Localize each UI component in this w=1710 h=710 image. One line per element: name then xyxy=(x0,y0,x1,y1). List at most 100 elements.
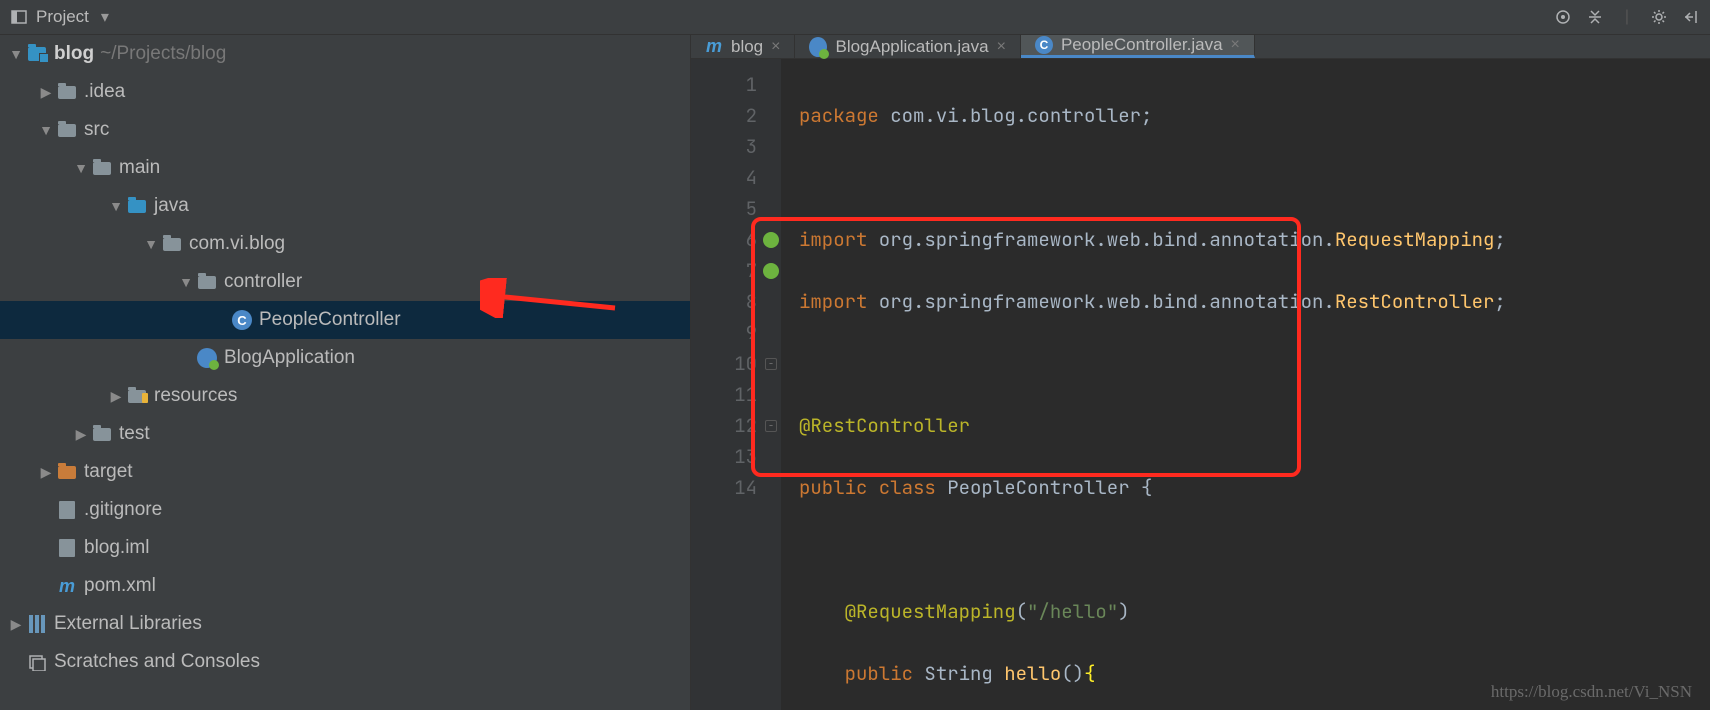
tree-item-java[interactable]: ▼ java xyxy=(0,187,690,225)
tree-label: src xyxy=(84,119,109,141)
fold-icon[interactable]: − xyxy=(765,358,777,370)
tree-item-people-controller[interactable]: C PeopleController xyxy=(0,301,690,339)
folder-icon xyxy=(56,81,78,103)
tree-item-main[interactable]: ▼ main xyxy=(0,149,690,187)
expand-arrow-icon[interactable]: ▶ xyxy=(36,84,56,101)
code-text: String xyxy=(924,661,1004,686)
folder-icon xyxy=(91,423,113,445)
locate-icon[interactable] xyxy=(1554,8,1572,26)
expand-arrow-icon[interactable]: ▼ xyxy=(176,274,196,290)
tree-label: PeopleController xyxy=(259,309,401,331)
code-keyword: public xyxy=(845,661,925,686)
line-number[interactable]: 10 xyxy=(691,348,757,379)
tab-blog[interactable]: m blog × xyxy=(691,35,795,58)
tree-item-pomxml[interactable]: m pom.xml xyxy=(0,567,690,605)
expand-arrow-icon[interactable]: ▼ xyxy=(6,46,26,62)
code-content[interactable]: package com.vi.blog.controller; import o… xyxy=(781,59,1710,710)
code-text: PeopleController xyxy=(947,475,1141,500)
divider: | xyxy=(1618,8,1636,26)
line-number[interactable]: 1 xyxy=(691,69,757,100)
tree-item-scratches[interactable]: Scratches and Consoles xyxy=(0,643,690,681)
tree-item-controller[interactable]: ▼ controller xyxy=(0,263,690,301)
tree-item-blog-application[interactable]: BlogApplication xyxy=(0,339,690,377)
spring-gutter-icon[interactable] xyxy=(763,263,779,279)
code-class: RequestMapping xyxy=(1335,227,1495,252)
toolbar: Project ▾ | xyxy=(0,0,1710,35)
code-text: ( xyxy=(1016,599,1027,624)
tree-label: blog xyxy=(54,43,94,65)
gear-icon[interactable] xyxy=(1650,8,1668,26)
watermark: https://blog.csdn.net/Vi_NSN xyxy=(1491,682,1692,702)
expand-arrow-icon[interactable]: ▶ xyxy=(36,464,56,481)
tree-item-src[interactable]: ▼ src xyxy=(0,111,690,149)
tab-label: blog xyxy=(731,37,763,57)
collapse-icon[interactable] xyxy=(1586,8,1604,26)
expand-arrow-icon[interactable]: ▼ xyxy=(71,160,91,176)
line-number[interactable]: 8 xyxy=(691,286,757,317)
tree-root[interactable]: ▼ blog ~/Projects/blog xyxy=(0,35,690,73)
code-class: RestController xyxy=(1335,289,1495,314)
tree-label: controller xyxy=(224,271,302,293)
code-text: () xyxy=(1061,661,1084,686)
tree-item-external-libraries[interactable]: ▶ External Libraries xyxy=(0,605,690,643)
scratches-icon xyxy=(26,651,48,673)
editor-area: m blog × BlogApplication.java × C People… xyxy=(690,35,1710,710)
gutter-marks: − − xyxy=(763,69,779,503)
fold-icon[interactable]: − xyxy=(765,420,777,432)
file-icon xyxy=(56,499,78,521)
tree-item-resources[interactable]: ▶ resources xyxy=(0,377,690,415)
line-number[interactable]: 14 xyxy=(691,472,757,503)
expand-arrow-icon[interactable]: ▼ xyxy=(141,236,161,252)
expand-arrow-icon[interactable]: ▶ xyxy=(71,426,91,443)
expand-arrow-icon[interactable]: ▶ xyxy=(106,388,126,405)
spring-gutter-icon[interactable] xyxy=(763,232,779,248)
tree-item-idea[interactable]: ▶ .idea xyxy=(0,73,690,111)
excluded-folder-icon xyxy=(56,461,78,483)
close-icon[interactable]: × xyxy=(997,38,1006,56)
project-label[interactable]: Project xyxy=(36,7,89,27)
tree-item-gitignore[interactable]: .gitignore xyxy=(0,491,690,529)
tree-path: ~/Projects/blog xyxy=(100,43,226,65)
tab-people-controller[interactable]: C PeopleController.java × xyxy=(1021,35,1255,58)
package-icon xyxy=(161,233,183,255)
class-icon: C xyxy=(1035,36,1053,54)
file-icon xyxy=(56,537,78,559)
line-number[interactable]: 3 xyxy=(691,131,757,162)
hide-icon[interactable] xyxy=(1682,8,1700,26)
code-text: ; xyxy=(1494,227,1505,252)
line-number[interactable]: 5 xyxy=(691,193,757,224)
code-text: ; xyxy=(1494,289,1505,314)
line-number[interactable]: 11 xyxy=(691,379,757,410)
tree-item-target[interactable]: ▶ target xyxy=(0,453,690,491)
project-tree[interactable]: ▼ blog ~/Projects/blog ▶ .idea ▼ src ▼ m… xyxy=(0,35,690,710)
tree-item-package[interactable]: ▼ com.vi.blog xyxy=(0,225,690,263)
line-number[interactable]: 2 xyxy=(691,100,757,131)
code-brace: { xyxy=(1141,475,1152,500)
package-icon xyxy=(196,271,218,293)
editor-body[interactable]: 1 2 3 4 5 6 7 8 9 10 11 12 13 14 xyxy=(691,59,1710,710)
project-tool-icon[interactable] xyxy=(10,8,28,26)
project-dropdown-icon[interactable]: ▾ xyxy=(101,7,109,27)
code-text: org.springframework.web.bind.annotation. xyxy=(867,289,1334,314)
tree-item-test[interactable]: ▶ test xyxy=(0,415,690,453)
line-number[interactable]: 13 xyxy=(691,441,757,472)
line-number[interactable]: 9 xyxy=(691,317,757,348)
line-number[interactable]: 4 xyxy=(691,162,757,193)
line-number[interactable]: 6 xyxy=(691,224,757,255)
expand-arrow-icon[interactable]: ▼ xyxy=(106,198,126,214)
tree-label: pom.xml xyxy=(84,575,156,597)
close-icon[interactable]: × xyxy=(1231,36,1240,54)
spring-boot-icon xyxy=(809,38,827,56)
tab-blog-application[interactable]: BlogApplication.java × xyxy=(795,35,1020,58)
tree-item-blogiml[interactable]: blog.iml xyxy=(0,529,690,567)
line-number[interactable]: 12 xyxy=(691,410,757,441)
close-icon[interactable]: × xyxy=(771,38,780,56)
line-number[interactable]: 7 xyxy=(691,255,757,286)
expand-arrow-icon[interactable]: ▼ xyxy=(36,122,56,138)
tree-label: .idea xyxy=(84,81,125,103)
gutter[interactable]: 1 2 3 4 5 6 7 8 9 10 11 12 13 14 xyxy=(691,59,781,710)
expand-arrow-icon[interactable]: ▶ xyxy=(6,616,26,633)
tree-label: target xyxy=(84,461,133,483)
tree-label: BlogApplication xyxy=(224,347,355,369)
tab-label: PeopleController.java xyxy=(1061,35,1223,55)
